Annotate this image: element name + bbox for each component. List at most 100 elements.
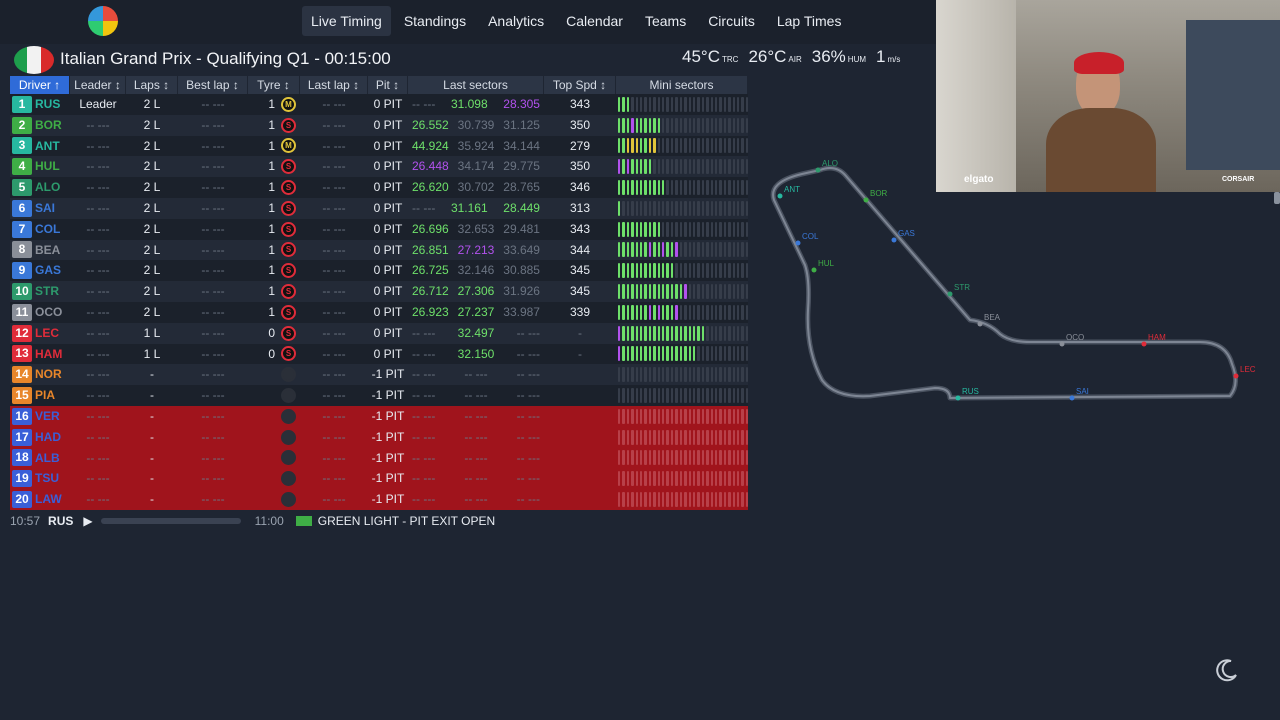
mini-sector bbox=[688, 388, 691, 404]
nav-calendar[interactable]: Calendar bbox=[557, 6, 632, 36]
mini-sector bbox=[736, 96, 740, 112]
mini-sector bbox=[670, 346, 674, 362]
car-marker[interactable] bbox=[1233, 373, 1239, 379]
play-icon[interactable]: ▶ bbox=[83, 514, 92, 528]
race-control-message: GREEN LIGHT - PIT EXIT OPEN bbox=[317, 514, 496, 528]
driver-cell: 2 BOR bbox=[10, 115, 70, 136]
table-row[interactable]: 10 STR -- --- 2 L -- --- 1S -- --- 0 PIT… bbox=[10, 281, 749, 302]
scrollbar-thumb[interactable] bbox=[1274, 192, 1280, 204]
sector-2: -- --- bbox=[464, 367, 488, 382]
car-marker[interactable] bbox=[977, 321, 983, 327]
table-row[interactable]: 5 ALO -- --- 2 L -- --- 1S -- --- 0 PIT … bbox=[10, 177, 749, 198]
car-marker[interactable] bbox=[1059, 341, 1065, 347]
col-leader[interactable]: Leader ↕ bbox=[70, 76, 126, 94]
car-marker[interactable] bbox=[777, 193, 783, 199]
mini-sector bbox=[732, 96, 735, 112]
top-speed: 339 bbox=[569, 304, 591, 319]
mini-sector bbox=[648, 117, 652, 133]
mini-sector bbox=[653, 284, 656, 300]
car-marker[interactable] bbox=[955, 395, 961, 401]
mini-sector bbox=[670, 325, 674, 341]
table-row[interactable]: 2 BOR -- --- 2 L -- --- 1S -- --- 0 PIT … bbox=[10, 114, 749, 136]
table-row[interactable]: 14 NOR -- --- - -- --- -- --- -1 PIT -- … bbox=[10, 364, 749, 386]
tyre-cell: 1S bbox=[248, 156, 300, 177]
mini-sector bbox=[745, 429, 749, 445]
mini-sector bbox=[657, 96, 661, 112]
col-laps[interactable]: Laps ↕ bbox=[126, 76, 178, 94]
nav-lap-times[interactable]: Lap Times bbox=[768, 6, 851, 36]
mini-sector bbox=[732, 117, 735, 133]
col-tyre[interactable]: Tyre ↕ bbox=[248, 76, 300, 94]
col-top-speed[interactable]: Top Spd ↕ bbox=[544, 76, 616, 94]
table-row[interactable]: 19 TSU -- --- - -- --- -- --- -1 PIT -- … bbox=[10, 468, 749, 490]
best-lap: -- --- bbox=[201, 346, 225, 361]
mini-sector bbox=[692, 117, 696, 133]
car-marker[interactable] bbox=[947, 291, 953, 297]
mini-sector bbox=[732, 159, 735, 175]
table-row[interactable]: 16 VER -- --- - -- --- -- --- -1 PIT -- … bbox=[10, 405, 749, 427]
table-row[interactable]: 13 HAM -- --- 1 L -- --- 0S -- --- 0 PIT… bbox=[10, 343, 749, 365]
table-row[interactable]: 1 RUS Leader 2 L -- --- 1M -- --- 0 PIT … bbox=[10, 94, 749, 115]
mini-sector bbox=[684, 96, 687, 112]
mini-sector bbox=[736, 263, 740, 279]
nav-teams[interactable]: Teams bbox=[636, 6, 695, 36]
mini-sector bbox=[732, 284, 735, 300]
table-row[interactable]: 15 PIA -- --- - -- --- -- --- -1 PIT -- … bbox=[10, 385, 749, 406]
mini-sector bbox=[741, 180, 744, 196]
car-marker[interactable] bbox=[1069, 395, 1075, 401]
table-row[interactable]: 3 ANT -- --- 2 L -- --- 1M -- --- 0 PIT … bbox=[10, 135, 749, 157]
table-row[interactable]: 11 OCO -- --- 2 L -- --- 1S -- --- 0 PIT… bbox=[10, 301, 749, 323]
table-row[interactable]: 20 LAW -- --- - -- --- -- --- -1 PIT -- … bbox=[10, 489, 749, 510]
table-row[interactable]: 4 HUL -- --- 2 L -- --- 1S -- --- 0 PIT … bbox=[10, 156, 749, 178]
mini-sector bbox=[679, 263, 683, 279]
driver-code: NOR bbox=[35, 367, 62, 382]
table-row[interactable]: 18 ALB -- --- - -- --- -- --- -1 PIT -- … bbox=[10, 447, 749, 469]
nav-live-timing[interactable]: Live Timing bbox=[302, 6, 391, 36]
car-marker[interactable] bbox=[815, 167, 821, 173]
mini-sector bbox=[710, 138, 713, 154]
table-row[interactable]: 8 BEA -- --- 2 L -- --- 1S -- --- 0 PIT … bbox=[10, 239, 749, 261]
app-logo-icon[interactable] bbox=[88, 6, 118, 36]
mini-sector bbox=[736, 492, 740, 508]
sector-2: 34.174 bbox=[457, 159, 495, 174]
nav-standings[interactable]: Standings bbox=[395, 6, 475, 36]
mini-sectors bbox=[616, 94, 749, 115]
car-marker[interactable] bbox=[863, 197, 869, 203]
car-marker[interactable] bbox=[811, 267, 817, 273]
mini-sector bbox=[618, 284, 621, 300]
mini-sector bbox=[648, 200, 652, 216]
mini-sector bbox=[622, 388, 625, 404]
mini-sector bbox=[644, 263, 647, 279]
car-marker[interactable] bbox=[1141, 341, 1147, 347]
dark-mode-toggle-icon[interactable] bbox=[1213, 656, 1241, 684]
table-row[interactable]: 6 SAI -- --- 2 L -- --- 1S -- --- 0 PIT … bbox=[10, 197, 749, 219]
nav-analytics[interactable]: Analytics bbox=[479, 6, 553, 36]
table-row[interactable]: 17 HAD -- --- - -- --- -- --- -1 PIT -- … bbox=[10, 426, 749, 448]
mini-sector bbox=[723, 117, 727, 133]
elgato-logo: elgato bbox=[964, 174, 994, 185]
col-pit[interactable]: Pit ↕ bbox=[368, 76, 408, 94]
table-row[interactable]: 7 COL -- --- 2 L -- --- 1S -- --- 0 PIT … bbox=[10, 218, 749, 240]
tyre-compound-icon: M bbox=[281, 138, 296, 154]
table-row[interactable]: 12 LEC -- --- 1 L -- --- 0S -- --- 0 PIT… bbox=[10, 322, 749, 344]
driver-code: RUS bbox=[35, 97, 61, 111]
position-badge: 14 bbox=[12, 366, 32, 384]
mini-sector bbox=[626, 367, 630, 383]
col-best-lap[interactable]: Best lap ↕ bbox=[178, 76, 248, 94]
car-marker[interactable] bbox=[795, 240, 801, 246]
top-speed bbox=[544, 406, 616, 427]
car-marker[interactable] bbox=[891, 237, 897, 243]
mini-sector bbox=[745, 450, 749, 466]
last-lap: -- --- bbox=[322, 200, 346, 215]
col-driver[interactable]: Driver ↑ bbox=[10, 76, 70, 94]
mini-sector bbox=[728, 450, 731, 466]
col-last-lap[interactable]: Last lap ↕ bbox=[300, 76, 368, 94]
mini-sector bbox=[719, 429, 722, 445]
sector-2: 30.739 bbox=[457, 117, 495, 132]
playback-slider[interactable] bbox=[100, 518, 241, 524]
last-lap: -- --- bbox=[322, 450, 346, 465]
driver-code: GAS bbox=[35, 263, 62, 278]
mini-sector bbox=[666, 367, 669, 383]
table-row[interactable]: 9 GAS -- --- 2 L -- --- 1S -- --- 0 PIT … bbox=[10, 260, 749, 282]
nav-circuits[interactable]: Circuits bbox=[699, 6, 764, 36]
